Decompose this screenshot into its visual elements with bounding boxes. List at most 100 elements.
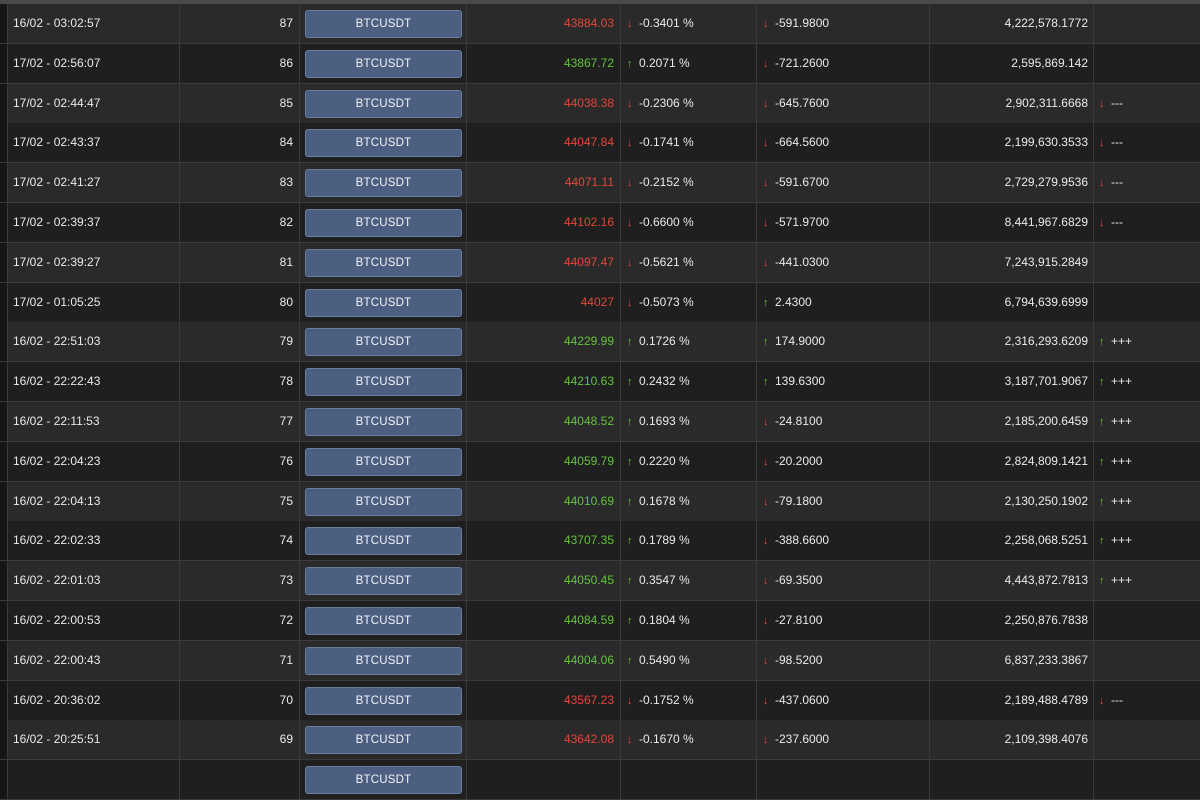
table-row[interactable]: 16/02 - 22:51:03 79 BTCUSDT 44229.99 ↑ 0.1726… — [0, 322, 1200, 363]
change-cell: ↓ -571.9700 — [757, 203, 930, 242]
table-row[interactable]: 16/02 - 03:02:57 87 BTCUSDT 43884.03 ↓ -0.340… — [0, 4, 1200, 44]
symbol-button[interactable]: BTCUSDT — [305, 487, 462, 516]
signal-cell: ↑ +++ — [1094, 402, 1200, 441]
change-cell: ↓ -721.2600 — [757, 43, 930, 83]
symbol-button[interactable]: BTCUSDT — [305, 686, 462, 715]
table-row[interactable]: 16/02 - 22:00:53 72 BTCUSDT 44084.59 ↑ 0.1804… — [0, 601, 1200, 641]
table-row[interactable]: 17/02 - 02:44:47 85 BTCUSDT 44038.38 ↓ -0.230… — [0, 83, 1200, 124]
change-cell: ↓ -24.8100 — [757, 402, 930, 441]
signal-cell: ↑ +++ — [1094, 442, 1200, 481]
arrow-up-icon: ↑ — [627, 57, 633, 70]
symbol-button[interactable]: BTCUSDT — [305, 447, 462, 476]
symbol-button[interactable]: BTCUSDT — [305, 607, 462, 635]
arrow-down-icon: ↓ — [763, 734, 769, 747]
arrow-down-icon: ↓ — [627, 18, 633, 30]
row-gutter — [0, 402, 8, 441]
price-cell: 44097.47 — [467, 242, 621, 282]
volume-cell: 2,189,488.4789 — [930, 680, 1094, 720]
row-gutter — [0, 83, 8, 123]
table-row[interactable]: 17/02 - 02:56:07 86 BTCUSDT 43867.72 ↑ 0.2071… — [0, 43, 1200, 84]
percent-change-value: -0.1670 % — [639, 732, 694, 747]
symbol-button[interactable]: BTCUSDT — [305, 646, 462, 675]
table-row[interactable]: 16/02 - 22:02:33 74 BTCUSDT 43707.35 ↑ 0.1789… — [0, 521, 1200, 562]
signal-cell — [1094, 641, 1200, 680]
symbol-cell: BTCUSDT — [300, 123, 467, 163]
symbol-button[interactable]: BTCUSDT — [305, 527, 462, 556]
signal-cell: ↑ +++ — [1094, 482, 1200, 521]
row-gutter — [0, 481, 8, 521]
symbol-button[interactable]: BTCUSDT — [305, 10, 462, 38]
table-row[interactable]: 16/02 - 22:00:43 71 BTCUSDT 44004.06 ↑ 0.5490… — [0, 640, 1200, 681]
table-row[interactable]: 16/02 - 20:36:02 70 BTCUSDT 43567.23 ↓ -0.175… — [0, 680, 1200, 721]
price-cell: 44229.99 — [467, 322, 621, 362]
index-cell — [180, 760, 300, 800]
symbol-button[interactable]: BTCUSDT — [305, 766, 462, 795]
signal-value: --- — [1111, 175, 1123, 190]
volume-cell: 2,250,876.7838 — [930, 601, 1094, 640]
arrow-down-icon: ↓ — [627, 217, 633, 229]
volume-cell: 2,130,250.1902 — [930, 481, 1094, 521]
arrow-down-icon: ↓ — [627, 734, 633, 747]
symbol-button[interactable]: BTCUSDT — [305, 408, 462, 436]
percent-change-cell: ↑ 0.3547 % — [621, 561, 757, 601]
symbol-button[interactable]: BTCUSDT — [305, 89, 462, 118]
table-row[interactable]: BTCUSDT — [0, 760, 1200, 800]
arrow-up-icon: ↑ — [627, 455, 633, 468]
timestamp-cell: 17/02 - 02:43:37 — [8, 123, 180, 163]
index-cell: 79 — [180, 322, 300, 362]
table-row[interactable]: 16/02 - 22:04:23 76 BTCUSDT 44059.79 ↑ 0.2220… — [0, 441, 1200, 482]
change-value: -388.6600 — [775, 533, 830, 548]
arrow-up-icon: ↑ — [627, 495, 633, 508]
signal-value: --- — [1111, 692, 1123, 707]
volume-cell: 2,316,293.6209 — [930, 322, 1094, 362]
index-cell: 75 — [180, 481, 300, 521]
table-row[interactable]: 16/02 - 22:11:53 77 BTCUSDT 44048.52 ↑ 0.1693… — [0, 402, 1200, 442]
percent-change-value: 0.1693 % — [639, 414, 690, 428]
symbol-button[interactable]: BTCUSDT — [305, 328, 462, 357]
symbol-button[interactable]: BTCUSDT — [305, 49, 462, 78]
percent-change-cell: ↑ 0.2071 % — [621, 43, 757, 83]
arrow-down-icon: ↓ — [763, 495, 769, 508]
symbol-button[interactable]: BTCUSDT — [305, 726, 462, 755]
volume-cell: 4,222,578.1772 — [930, 4, 1094, 43]
change-value: 2.4300 — [775, 294, 812, 309]
change-value: -591.9800 — [775, 16, 830, 30]
symbol-button[interactable]: BTCUSDT — [305, 567, 462, 596]
signal-cell: ↓ --- — [1094, 163, 1200, 202]
symbol-button[interactable]: BTCUSDT — [305, 288, 462, 317]
price-cell — [467, 760, 621, 800]
percent-change-value: -0.2306 % — [639, 95, 694, 110]
table-row[interactable]: 16/02 - 20:25:51 69 BTCUSDT 43642.08 ↓ -0.167… — [0, 720, 1200, 761]
table-row[interactable]: 17/02 - 02:41:27 83 BTCUSDT 44071.11 ↓ -0.215… — [0, 163, 1200, 204]
price-cell: 43642.08 — [467, 720, 621, 760]
percent-change-value: 0.1678 % — [639, 493, 690, 508]
timestamp-cell: 16/02 - 22:51:03 — [8, 322, 180, 362]
change-value: -664.5600 — [775, 135, 830, 150]
symbol-cell: BTCUSDT — [300, 362, 467, 402]
price-cell: 44050.45 — [467, 561, 621, 601]
symbol-button[interactable]: BTCUSDT — [305, 129, 462, 158]
index-cell: 82 — [180, 203, 300, 242]
table-row[interactable]: 16/02 - 22:01:03 73 BTCUSDT 44050.45 ↑ 0.3547… — [0, 561, 1200, 602]
signal-value: +++ — [1111, 334, 1133, 349]
index-cell: 70 — [180, 680, 300, 720]
table-row[interactable]: 17/02 - 02:43:37 84 BTCUSDT 44047.84 ↓ -0.174… — [0, 123, 1200, 164]
arrow-down-icon: ↓ — [1099, 137, 1105, 150]
arrow-up-icon: ↑ — [763, 336, 769, 349]
table-row[interactable]: 16/02 - 22:04:13 75 BTCUSDT 44010.69 ↑ 0.1678… — [0, 481, 1200, 522]
table-row[interactable]: 17/02 - 02:39:27 81 BTCUSDT 44097.47 ↓ -0.562… — [0, 242, 1200, 283]
symbol-cell: BTCUSDT — [300, 441, 467, 481]
signal-cell — [1094, 283, 1200, 322]
symbol-button[interactable]: BTCUSDT — [305, 169, 462, 198]
arrow-up-icon: ↑ — [1099, 376, 1105, 389]
timestamp-cell: 16/02 - 22:04:23 — [8, 441, 180, 481]
symbol-button[interactable]: BTCUSDT — [305, 368, 462, 397]
symbol-button[interactable]: BTCUSDT — [305, 209, 462, 237]
symbol-button[interactable]: BTCUSDT — [305, 248, 462, 277]
table-row[interactable]: 16/02 - 22:22:43 78 BTCUSDT 44210.63 ↑ 0.2432… — [0, 362, 1200, 403]
table-row[interactable]: 17/02 - 01:05:25 80 BTCUSDT 44027 ↓ -0.5073 %… — [0, 282, 1200, 323]
table-row[interactable]: 17/02 - 02:39:37 82 BTCUSDT 44102.16 ↓ -0.660… — [0, 203, 1200, 243]
price-cell: 44038.38 — [467, 83, 621, 123]
arrow-up-icon: ↑ — [763, 296, 769, 309]
timestamp-cell: 16/02 - 22:22:43 — [8, 362, 180, 402]
